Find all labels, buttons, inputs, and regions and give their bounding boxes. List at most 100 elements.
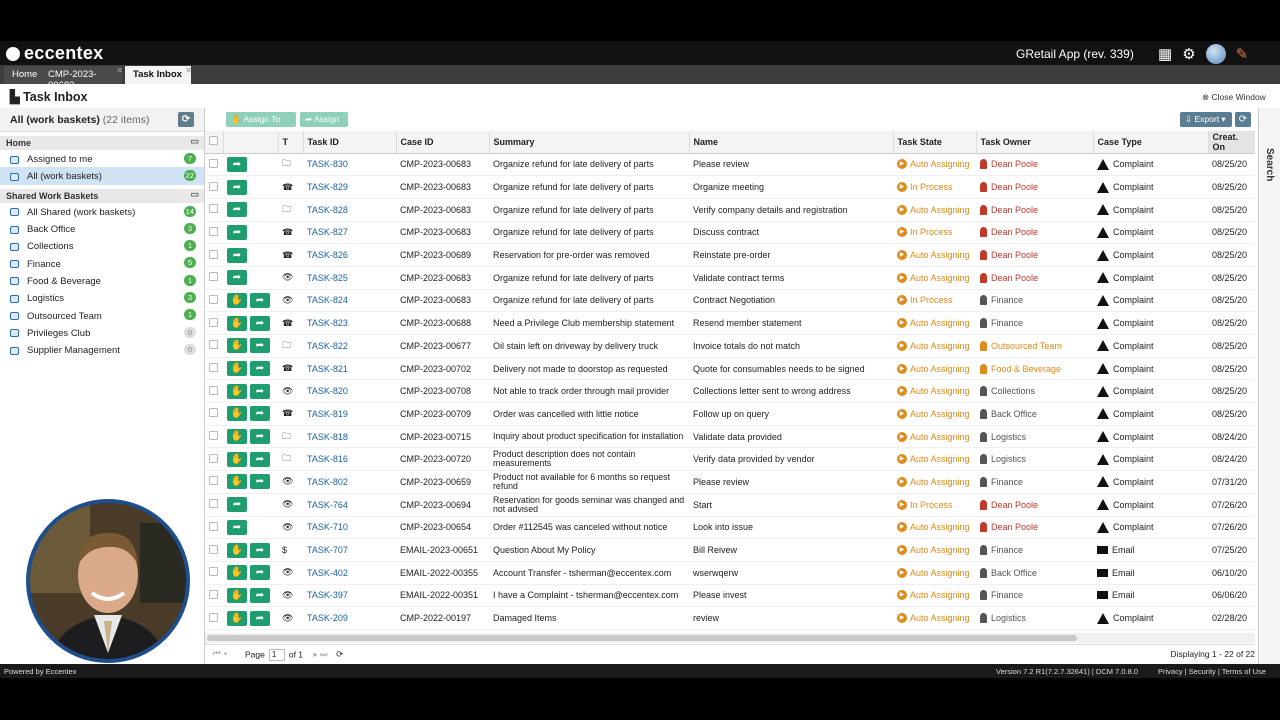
row-checkbox[interactable]	[205, 153, 223, 177]
row-checkbox[interactable]	[205, 357, 223, 381]
claim-button[interactable]: ✋	[227, 315, 247, 331]
claim-button[interactable]: ✋	[227, 565, 247, 581]
close-icon[interactable]: ✕	[185, 66, 192, 75]
checkbox[interactable]	[209, 589, 218, 599]
claim-button[interactable]: ✋	[227, 338, 247, 354]
task-id-link[interactable]: TASK-707	[303, 538, 396, 562]
task-id-link[interactable]: TASK-820	[303, 379, 396, 404]
column-header[interactable]: Creat. On	[1208, 131, 1255, 154]
task-id-link[interactable]: TASK-827	[303, 221, 396, 245]
claim-button[interactable]: ✋	[227, 361, 247, 377]
table-row[interactable]: ✋ ➦ ☎ TASK-823 CMP-2023-00688 Need a Privileg…	[205, 311, 1255, 335]
collapse-icon[interactable]: ▭	[190, 189, 199, 200]
checkbox[interactable]	[209, 317, 218, 327]
checkbox[interactable]	[209, 499, 218, 509]
forward-button[interactable]: ➦	[250, 542, 270, 558]
table-row[interactable]: ➦ 👁 TASK-764 CMP-2023-00694 Reservation for …	[205, 493, 1255, 517]
task-id-link[interactable]: TASK-710	[303, 516, 396, 540]
table-row[interactable]: ➦ ☎ TASK-826 CMP-2023-00689 Reservation for …	[205, 243, 1255, 267]
row-checkbox[interactable]	[205, 470, 223, 494]
claim-button[interactable]: ✋	[227, 451, 247, 467]
checkbox[interactable]	[209, 272, 218, 282]
task-id-link[interactable]: TASK-826	[303, 243, 396, 267]
table-row[interactable]: ✋ ➦ 🗀 TASK-822 CMP-2023-00677 Oil stain left …	[205, 334, 1255, 358]
refresh-button[interactable]: ⟳	[178, 112, 194, 127]
row-checkbox[interactable]	[205, 561, 223, 585]
claim-button[interactable]: ✋	[227, 587, 247, 603]
checkbox[interactable]	[209, 567, 218, 577]
task-id-link[interactable]: TASK-830	[303, 153, 396, 177]
scroll-thumb[interactable]	[207, 635, 1077, 641]
gear-icon[interactable]: ⚙	[1182, 45, 1195, 63]
claim-button[interactable]: ✋	[227, 292, 247, 308]
claim-button[interactable]: ✋	[227, 429, 247, 445]
section-shared[interactable]: Shared Work Baskets ▭	[0, 188, 204, 203]
first-page-icon[interactable]: ⏮ ◂	[213, 648, 227, 659]
select-all-checkbox[interactable]	[205, 131, 224, 154]
tab-home[interactable]: Home	[4, 66, 40, 84]
assign-to-me-button[interactable]: ✋ Assign To Me	[226, 112, 296, 135]
sidebar-item[interactable]: Privileges Club 0	[0, 324, 204, 341]
table-row[interactable]: ✋ ➦ 👁 TASK-209 CMP-2022-00197 Damaged Items re…	[205, 606, 1255, 630]
forward-button[interactable]: ➦	[250, 451, 270, 467]
tab-task-inbox[interactable]: Task Inbox ✕	[125, 66, 192, 84]
checkbox[interactable]	[209, 453, 218, 463]
column-header[interactable]: Task State	[893, 131, 977, 154]
forward-button[interactable]: ➦	[250, 565, 270, 581]
column-header[interactable]: Case Type	[1093, 131, 1209, 154]
row-checkbox[interactable]	[205, 538, 223, 562]
row-checkbox[interactable]	[205, 311, 223, 335]
tab-case[interactable]: CMP-2023-00683✕	[40, 66, 123, 91]
forward-button[interactable]: ➦	[227, 179, 247, 195]
footer-links[interactable]: Privacy | Security | Terms of Use	[1158, 667, 1266, 676]
checkbox[interactable]	[209, 294, 218, 304]
row-checkbox[interactable]	[205, 606, 223, 630]
table-row[interactable]: ➦ ☎ TASK-829 CMP-2023-00683 Organize refund …	[205, 175, 1255, 199]
column-header[interactable]: Task ID	[303, 131, 397, 154]
horizontal-scrollbar[interactable]	[205, 633, 1255, 643]
task-id-link[interactable]: TASK-209	[303, 606, 396, 630]
column-header[interactable]: Case ID	[396, 131, 490, 154]
sidebar-item[interactable]: All (work baskets) 22	[0, 167, 204, 185]
forward-button[interactable]: ➦	[250, 406, 270, 422]
forward-button[interactable]: ➦	[250, 610, 270, 626]
checkbox[interactable]	[209, 431, 218, 441]
row-checkbox[interactable]	[205, 425, 223, 449]
apps-grid-icon[interactable]: ▦	[1158, 45, 1172, 63]
row-checkbox[interactable]	[205, 516, 223, 540]
table-row[interactable]: ➦ 🗀 TASK-828 CMP-2023-00683 Organize refund …	[205, 198, 1255, 222]
row-checkbox[interactable]	[205, 266, 223, 290]
row-checkbox[interactable]	[205, 243, 223, 267]
collapse-icon[interactable]: ▭	[190, 136, 199, 147]
task-id-link[interactable]: TASK-397	[303, 584, 396, 608]
checkbox[interactable]	[209, 204, 218, 214]
checkbox[interactable]	[209, 385, 218, 395]
checkbox[interactable]	[209, 136, 218, 146]
forward-button[interactable]: ➦	[227, 519, 247, 535]
checkbox[interactable]	[209, 476, 218, 486]
table-row[interactable]: ➦ 🗀 TASK-830 CMP-2023-00683 Organize refund …	[205, 153, 1255, 177]
close-icon[interactable]: ✕	[116, 66, 123, 75]
checkbox[interactable]	[209, 158, 218, 168]
sidebar-item[interactable]: Back Office 3	[0, 220, 204, 237]
forward-button[interactable]: ➦	[227, 156, 247, 172]
forward-button[interactable]: ➦	[250, 292, 270, 308]
claim-button[interactable]: ✋	[227, 383, 247, 399]
checkbox[interactable]	[209, 181, 218, 191]
forward-button[interactable]: ➦	[250, 587, 270, 603]
search-panel-toggle[interactable]: Search	[1258, 108, 1280, 664]
forward-button[interactable]: ➦	[250, 338, 270, 354]
task-id-link[interactable]: TASK-825	[303, 266, 396, 290]
wrench-icon[interactable]: ✎	[1236, 45, 1249, 63]
column-header[interactable]: T	[278, 131, 304, 154]
row-checkbox[interactable]	[205, 493, 223, 517]
task-id-link[interactable]: TASK-818	[303, 425, 396, 449]
row-checkbox[interactable]	[205, 175, 223, 199]
task-id-link[interactable]: TASK-829	[303, 175, 396, 199]
refresh-icon[interactable]: ⟳	[336, 649, 343, 659]
assign-button[interactable]: ➦ Assign	[300, 112, 348, 127]
sidebar-item[interactable]: Food & Beverage 1	[0, 272, 204, 289]
close-window-button[interactable]: ⊗ Close Window	[1202, 92, 1266, 103]
row-checkbox[interactable]	[205, 198, 223, 222]
claim-button[interactable]: ✋	[227, 610, 247, 626]
